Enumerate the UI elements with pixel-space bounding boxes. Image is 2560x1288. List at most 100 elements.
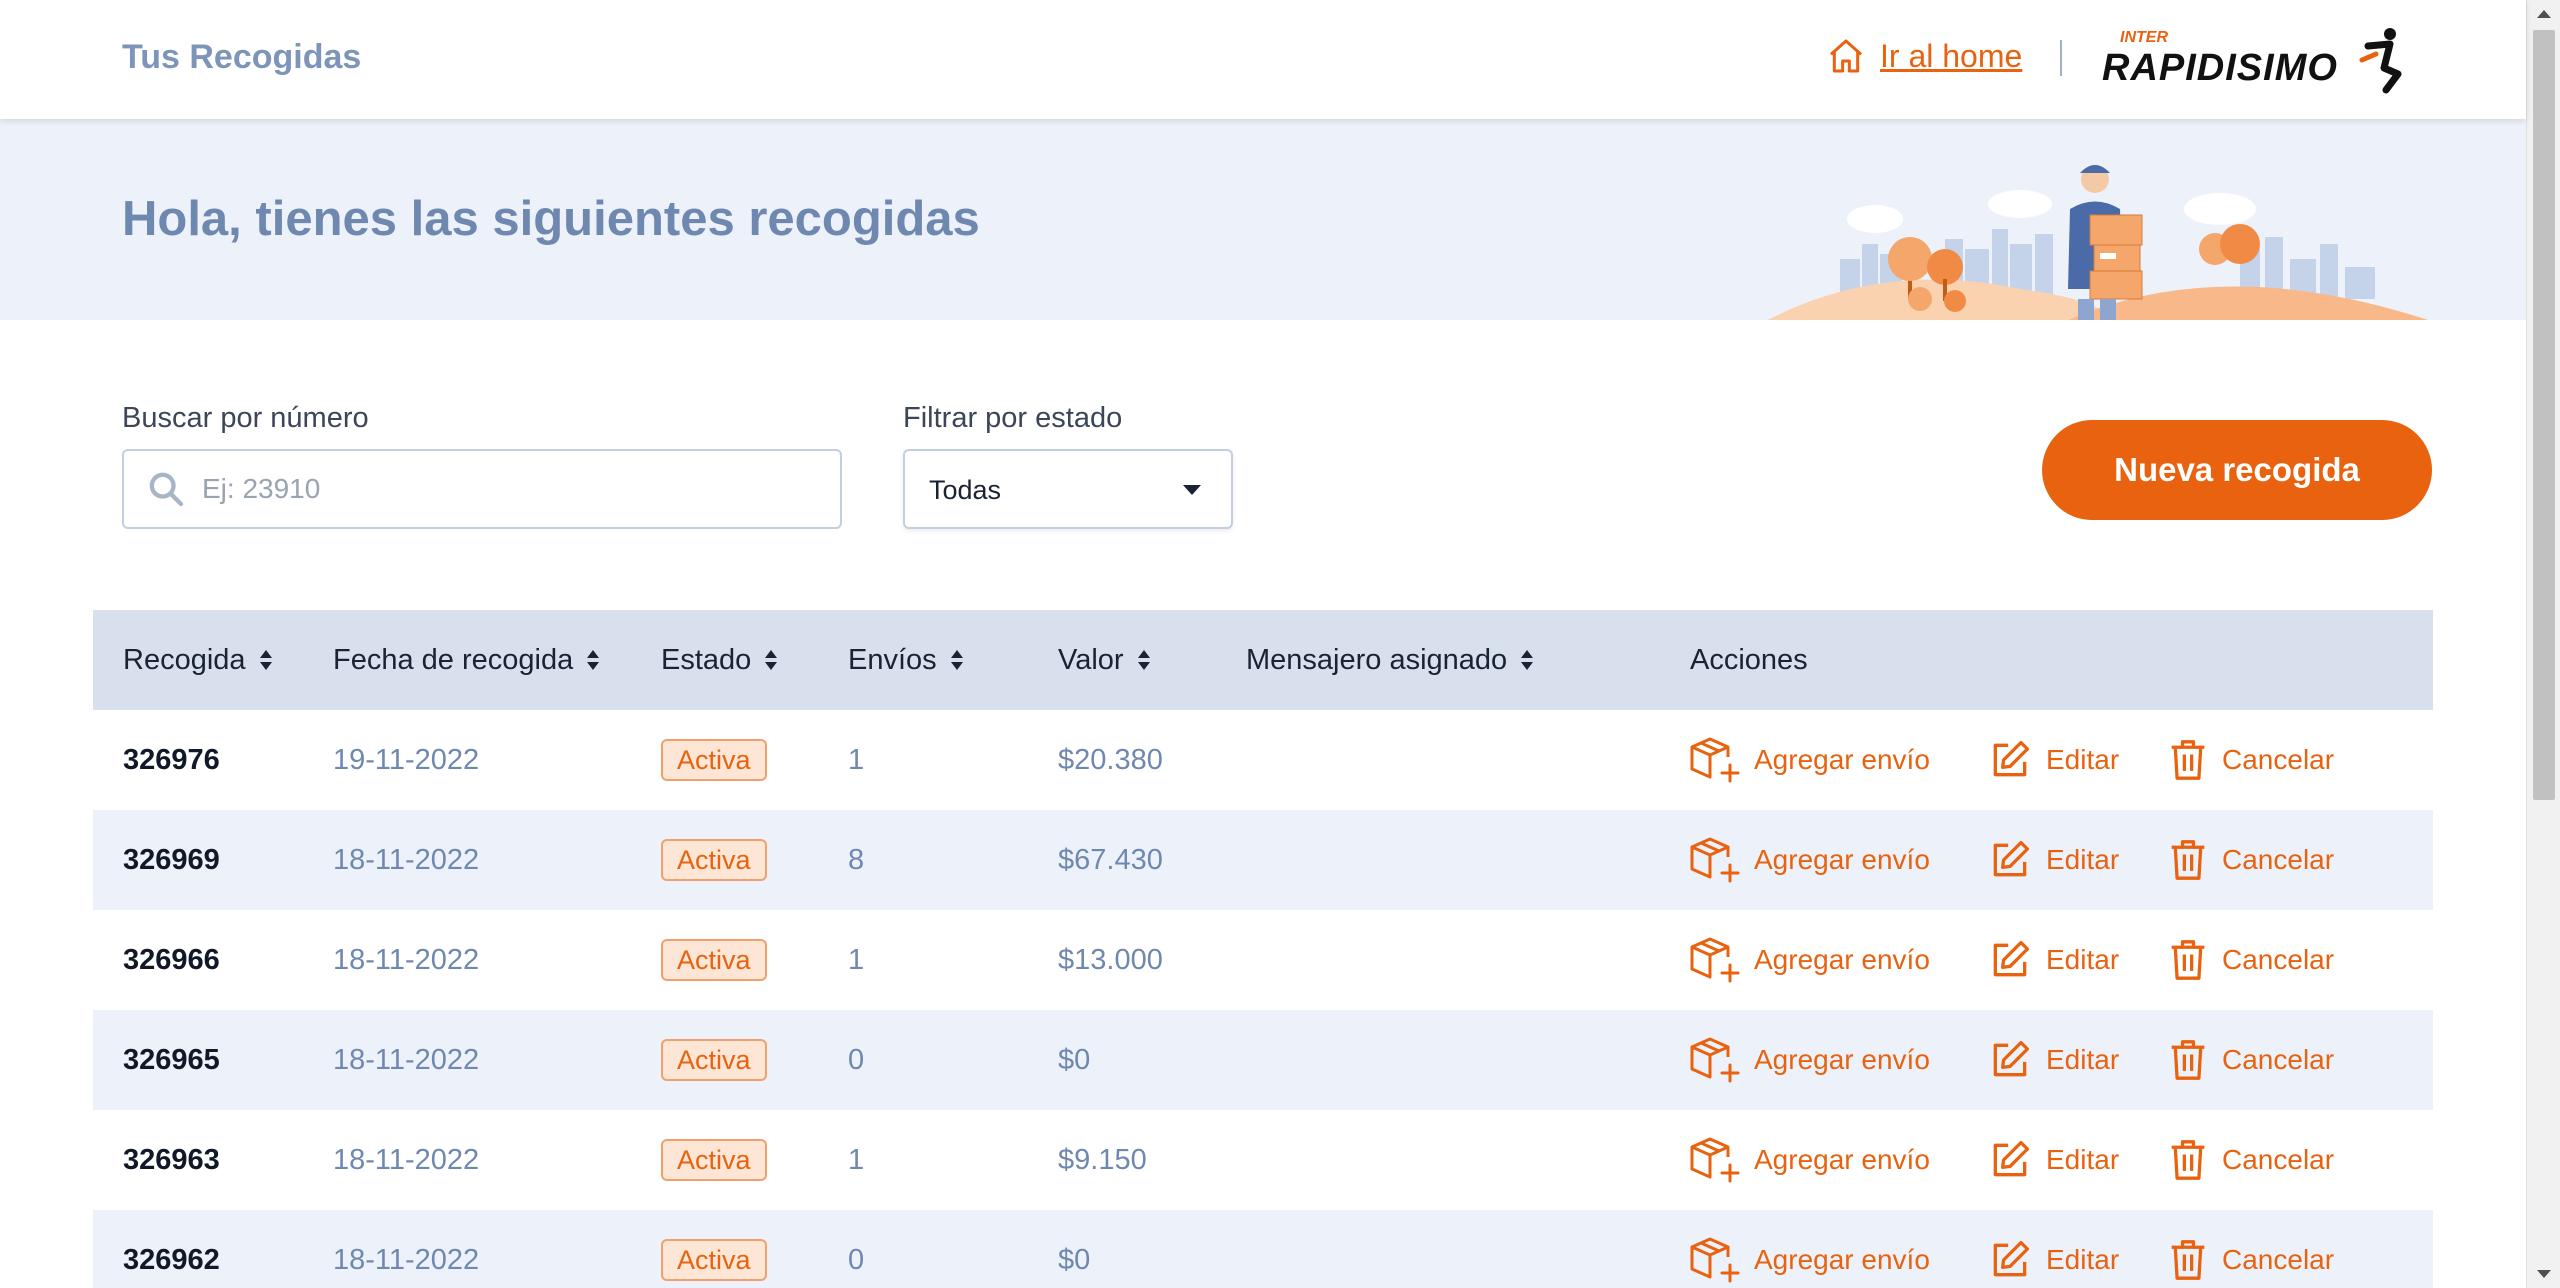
edit-button[interactable]: Editar	[1988, 935, 2119, 985]
cancel-label: Cancelar	[2222, 1144, 2335, 1175]
box-add-icon	[1690, 937, 1740, 983]
box-add-icon	[1690, 1037, 1740, 1083]
shipments-count: 0	[848, 1244, 865, 1276]
table-row: 326963 18-11-2022 Activa 1 $9.150 Agregar env…	[93, 1110, 2433, 1210]
table-row: 326966 18-11-2022 Activa 1 $13.000 Agregar en…	[93, 910, 2433, 1010]
scroll-thumb[interactable]	[2533, 30, 2555, 800]
shipments-count: 1	[848, 1144, 865, 1176]
scroll-up-arrow[interactable]	[2537, 10, 2551, 18]
table-row: 326969 18-11-2022 Activa 8 $67.430 Agregar en…	[93, 810, 2433, 910]
greeting-banner: Hola, tienes las siguientes recogidas	[0, 119, 2526, 320]
shipments-count: 8	[848, 844, 865, 876]
table-header: Recogida Fecha de recogida Estado Envíos…	[93, 610, 2433, 710]
status-badge: Activa	[661, 1139, 767, 1181]
cancel-label: Cancelar	[2222, 844, 2335, 875]
sort-icon	[1521, 649, 1534, 672]
add-shipment-label: Agregar envío	[1754, 744, 1930, 775]
pickup-id: 326962	[123, 1244, 220, 1276]
new-pickup-button[interactable]: Nueva recogida	[2042, 420, 2432, 520]
edit-button[interactable]: Editar	[1988, 735, 2119, 785]
column-header-mensajero[interactable]: Mensajero asignado	[1246, 644, 1534, 677]
cancel-label: Cancelar	[2222, 744, 2335, 775]
edit-label: Editar	[2046, 1144, 2120, 1175]
chevron-down-icon	[1183, 485, 1201, 495]
search-icon	[149, 472, 184, 507]
pickup-value: $0	[1058, 1244, 1091, 1276]
pickup-value: $20.380	[1058, 744, 1163, 776]
add-shipment-button[interactable]: Agregar envío	[1688, 1135, 1930, 1185]
pickup-id: 326965	[123, 1044, 220, 1076]
cancel-button[interactable]: Cancelar	[2168, 835, 2334, 885]
status-filter-value: Todas	[929, 475, 1002, 505]
add-shipment-button[interactable]: Agregar envío	[1688, 1035, 1930, 1085]
pickup-id: 326966	[123, 944, 220, 976]
pickup-value: $67.430	[1058, 844, 1163, 876]
inter-rapidisimo-logo: INTER RAPIDISIMO	[2102, 28, 2402, 94]
edit-label: Editar	[2046, 1244, 2120, 1275]
edit-icon	[1993, 840, 2030, 877]
edit-icon	[1993, 1240, 2030, 1277]
add-shipment-label: Agregar envío	[1754, 1044, 1930, 1075]
home-link-label: Ir al home	[1880, 37, 2023, 74]
column-header-estado[interactable]: Estado	[661, 644, 778, 677]
page-scrollbar[interactable]	[2526, 0, 2560, 1288]
cancel-label: Cancelar	[2222, 944, 2335, 975]
sort-icon	[765, 649, 778, 672]
edit-button[interactable]: Editar	[1988, 1235, 2119, 1285]
trash-icon	[2171, 740, 2205, 780]
search-field[interactable]	[122, 449, 842, 529]
add-shipment-button[interactable]: Agregar envío	[1688, 935, 1930, 985]
svg-text:RAPIDISIMO: RAPIDISIMO	[2102, 47, 2338, 89]
trash-icon	[2171, 1040, 2205, 1080]
trash-icon	[2171, 1240, 2205, 1280]
home-link[interactable]: Ir al home	[1826, 36, 2022, 76]
add-shipment-button[interactable]: Agregar envío	[1688, 1235, 1930, 1285]
search-input[interactable]	[202, 451, 822, 527]
add-shipment-button[interactable]: Agregar envío	[1688, 735, 1930, 785]
pickup-date: 18-11-2022	[333, 1244, 480, 1276]
status-badge: Activa	[661, 1039, 767, 1081]
pickup-id: 326969	[123, 844, 220, 876]
scroll-down-arrow[interactable]	[2537, 1270, 2551, 1278]
sort-icon	[1137, 649, 1150, 672]
cancel-label: Cancelar	[2222, 1244, 2335, 1275]
shipments-count: 1	[848, 944, 865, 976]
cancel-button[interactable]: Cancelar	[2168, 1235, 2334, 1285]
sort-icon	[950, 649, 963, 672]
column-header-envios[interactable]: Envíos	[848, 644, 963, 677]
cancel-button[interactable]: Cancelar	[2168, 735, 2334, 785]
edit-label: Editar	[2046, 1044, 2120, 1075]
column-header-fecha[interactable]: Fecha de recogida	[333, 644, 600, 677]
add-shipment-label: Agregar envío	[1754, 844, 1930, 875]
cancel-button[interactable]: Cancelar	[2168, 1135, 2334, 1185]
pickup-value: $13.000	[1058, 944, 1163, 976]
table-body: 326976 19-11-2022 Activa 1 $20.380 Agregar en…	[93, 710, 2433, 1288]
status-filter-select[interactable]: Todas	[903, 449, 1233, 529]
svg-text:INTER: INTER	[2120, 29, 2168, 46]
pickup-value: $9.150	[1058, 1144, 1147, 1176]
table-row: 326962 18-11-2022 Activa 0 $0 Agregar envío Ed…	[93, 1210, 2433, 1288]
cancel-button[interactable]: Cancelar	[2168, 1035, 2334, 1085]
edit-button[interactable]: Editar	[1988, 1135, 2119, 1185]
edit-button[interactable]: Editar	[1988, 835, 2119, 885]
status-badge: Activa	[661, 939, 767, 981]
column-header-recogida[interactable]: Recogida	[123, 644, 272, 677]
top-bar: Tus Recogidas Ir al home INTER RAPIDISIM…	[0, 0, 2526, 119]
pickup-date: 18-11-2022	[333, 1044, 480, 1076]
pickup-id: 326976	[123, 744, 220, 776]
cancel-button[interactable]: Cancelar	[2168, 935, 2334, 985]
column-header-acciones: Acciones	[1690, 644, 1808, 676]
edit-button[interactable]: Editar	[1988, 1035, 2119, 1085]
header-divider	[2060, 40, 2062, 76]
column-header-valor[interactable]: Valor	[1058, 644, 1150, 677]
add-shipment-button[interactable]: Agregar envío	[1688, 835, 1930, 885]
edit-icon	[1993, 1040, 2030, 1077]
trash-icon	[2171, 940, 2205, 980]
courier-illustration	[1767, 165, 2428, 320]
trash-icon	[2171, 1140, 2205, 1180]
box-add-icon	[1690, 1237, 1740, 1283]
home-icon	[1830, 39, 1862, 73]
search-label: Buscar por número	[122, 402, 369, 434]
add-shipment-label: Agregar envío	[1754, 1244, 1930, 1275]
box-add-icon	[1690, 837, 1740, 883]
